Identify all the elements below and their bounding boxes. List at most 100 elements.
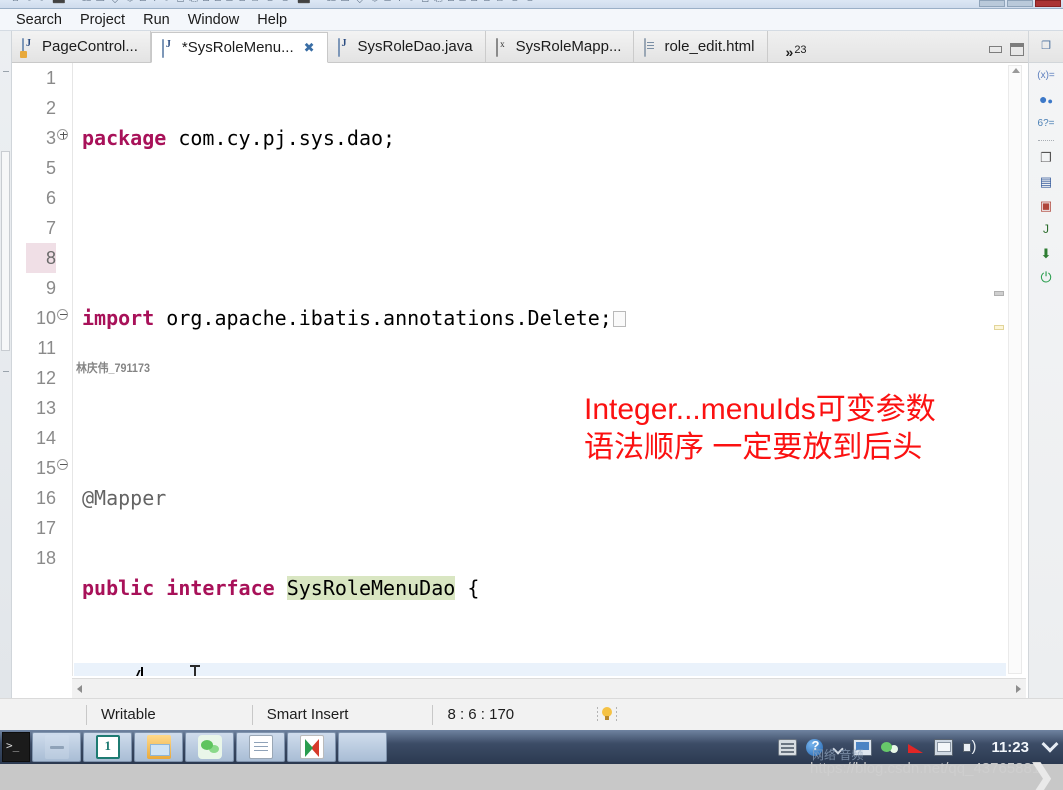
red-annotation-overlay: Integer...menuIds可变参数 语法顺序 一定要放到后头 bbox=[584, 391, 936, 467]
menu-project[interactable]: Project bbox=[72, 11, 133, 29]
code-line-2[interactable] bbox=[74, 213, 1006, 243]
scroll-left-arrow-icon[interactable] bbox=[77, 685, 82, 693]
taskbar-item-pdf[interactable] bbox=[287, 732, 336, 762]
mouse-ibeam-cursor bbox=[190, 665, 200, 676]
window-close-button[interactable] bbox=[1035, 0, 1061, 7]
right-strip-icon-list: (x)= ●● 6?= ❐ ▤ ▣ J ⬇ ⏻ bbox=[1029, 63, 1063, 286]
code-editor[interactable]: 1 2 3 5 6 7 8 9 10 11 12 13 14 15 16 17 … bbox=[12, 63, 1028, 698]
servers-icon[interactable]: ▣ bbox=[1037, 197, 1055, 214]
code-line-8-current[interactable]: / bbox=[74, 663, 1006, 676]
console-icon[interactable]: ▤ bbox=[1037, 173, 1055, 190]
window-restore-button[interactable] bbox=[1007, 0, 1033, 7]
folded-region-icon[interactable] bbox=[612, 311, 626, 327]
tab-sysroledao[interactable]: SysRoleDao.java bbox=[327, 31, 486, 62]
scroll-right-arrow-icon[interactable] bbox=[1016, 685, 1021, 693]
menu-search[interactable]: Search bbox=[8, 11, 70, 29]
left-minimized-view[interactable] bbox=[1, 151, 10, 351]
overview-ruler-warning-mark[interactable] bbox=[994, 325, 1004, 330]
line-number: 17 bbox=[35, 518, 56, 538]
maximize-icon bbox=[1010, 42, 1024, 56]
clipped-toolbar-ghost-text: ⌂ ⟲ ⟳ ⬛ ⌗ ⎇ ▣ ⟐ ⌬ ⌸ ⟡ ⌾ ⎗ ⎘ ⌺ ⌻ ⌼ ⎔ ⌂ ⟲ … bbox=[12, 0, 538, 5]
tab-overflow-button[interactable]: » 23 bbox=[768, 40, 817, 62]
taskbar-item-ide[interactable] bbox=[338, 732, 387, 790]
divider bbox=[1038, 140, 1054, 141]
java-file-icon bbox=[337, 38, 352, 57]
line-number: 2 bbox=[45, 98, 56, 118]
editor-vertical-scrollbar[interactable] bbox=[1008, 65, 1022, 674]
minimize-icon bbox=[988, 45, 1002, 53]
network-icon[interactable] bbox=[934, 738, 954, 756]
taskbar-item-notepad[interactable] bbox=[236, 732, 285, 762]
editor-minimize-button[interactable] bbox=[984, 36, 1006, 62]
keyword-import: import bbox=[82, 306, 155, 330]
menu-run[interactable]: Run bbox=[135, 11, 178, 29]
variables-icon[interactable]: (x)= bbox=[1037, 67, 1055, 84]
code-line-1[interactable]: package com.cy.pj.sys.dao; bbox=[74, 123, 1006, 153]
line-number-gutter[interactable]: 1 2 3 5 6 7 8 9 10 11 12 13 14 15 16 17 … bbox=[12, 63, 72, 676]
code-line-7[interactable]: public interface SysRoleMenuDao { bbox=[74, 573, 1006, 603]
chevron-double-right-icon: » bbox=[785, 44, 794, 60]
author-watermark: 林庆伟_791173 bbox=[76, 361, 150, 375]
notepad-icon bbox=[248, 735, 273, 759]
editor-tab-bar: PageControl... *SysRoleMenu... ✖ SysRole… bbox=[12, 31, 1028, 63]
quick-fix-bulb-icon[interactable] bbox=[599, 706, 615, 724]
code-line-3[interactable]: import org.apache.ibatis.annotations.Del… bbox=[74, 303, 1006, 333]
window-minimize-button[interactable] bbox=[979, 0, 1005, 7]
red-annotation-line-1: Integer...menuIds可变参数 bbox=[584, 393, 936, 426]
menu-bar: Search Project Run Window Help bbox=[0, 9, 1063, 31]
code-text-area[interactable]: package com.cy.pj.sys.dao; import org.ap… bbox=[74, 63, 1006, 676]
breakpoints-icon[interactable]: ●● bbox=[1037, 91, 1055, 108]
line-number: 14 bbox=[35, 428, 56, 448]
fold-collapse-icon[interactable] bbox=[57, 459, 70, 472]
expressions-icon[interactable]: 6?= bbox=[1037, 115, 1055, 132]
fold-collapse-icon[interactable] bbox=[57, 309, 70, 322]
tab-pagecontrol[interactable]: PageControl... bbox=[12, 31, 151, 62]
tab-role-edit-html[interactable]: role_edit.html bbox=[634, 31, 768, 62]
volume-icon[interactable] bbox=[962, 738, 980, 755]
clock[interactable]: 11:23 bbox=[989, 739, 1031, 756]
tab-sysrolemapper-label: SysRoleMapp... bbox=[515, 38, 622, 55]
fold-expand-icon[interactable] bbox=[57, 129, 70, 142]
javadoc-icon[interactable]: J bbox=[1037, 221, 1055, 238]
line-number: 6 bbox=[45, 188, 56, 208]
taskbar-item-blank[interactable] bbox=[32, 732, 81, 762]
pdf-tray-icon[interactable] bbox=[907, 740, 925, 755]
status-cursor-position: 8 : 6 : 170 bbox=[433, 704, 528, 726]
scroll-up-arrow-icon[interactable] bbox=[1012, 68, 1020, 73]
menu-run-label: Run bbox=[143, 11, 170, 28]
menu-help[interactable]: Help bbox=[249, 11, 295, 29]
taskbar-item-excel[interactable] bbox=[83, 732, 132, 762]
code-line-8-text: / bbox=[82, 666, 142, 676]
ime-keyboard-icon[interactable] bbox=[778, 738, 798, 756]
keyword-package: package bbox=[82, 126, 167, 150]
status-insert-mode[interactable]: Smart Insert bbox=[253, 704, 363, 726]
editor-maximize-button[interactable] bbox=[1006, 36, 1028, 62]
taskbar-item-folder[interactable] bbox=[134, 732, 183, 762]
editor-horizontal-scrollbar[interactable] bbox=[72, 678, 1026, 698]
tab-sysrolemenudao-label: *SysRoleMenu... bbox=[181, 39, 294, 56]
wechat-tray-icon[interactable] bbox=[881, 740, 899, 755]
ide-window: PageControl... *SysRoleMenu... ✖ SysRole… bbox=[0, 31, 1063, 698]
restore-view-icon[interactable]: ❐ bbox=[1037, 149, 1055, 166]
text-caret bbox=[141, 667, 144, 676]
start-button[interactable] bbox=[2, 732, 30, 762]
line-number: 5 bbox=[45, 158, 56, 178]
tab-sysrolemenudao[interactable]: *SysRoleMenu... ✖ bbox=[150, 32, 328, 63]
menu-window[interactable]: Window bbox=[180, 11, 248, 29]
taskbar-item-wechat[interactable] bbox=[185, 732, 234, 762]
close-icon[interactable]: ✖ bbox=[304, 40, 315, 56]
folder-explorer-icon bbox=[146, 735, 171, 759]
tab-sysroledao-label: SysRoleDao.java bbox=[357, 38, 473, 55]
import-icon[interactable]: ⬇ bbox=[1037, 245, 1055, 262]
overview-ruler-mark[interactable] bbox=[994, 291, 1004, 296]
menu-project-label: Project bbox=[79, 11, 126, 28]
restore-view-button[interactable]: ❐ bbox=[1029, 31, 1063, 63]
xml-file-icon bbox=[495, 38, 510, 57]
line-number: 13 bbox=[35, 398, 56, 418]
terminate-icon[interactable]: ⏻ bbox=[1037, 269, 1055, 286]
tab-sysrolemapper[interactable]: SysRoleMapp... bbox=[485, 31, 635, 62]
tab-role-edit-html-label: role_edit.html bbox=[664, 38, 755, 55]
window-controls[interactable] bbox=[979, 0, 1061, 7]
code-line-6[interactable]: @Mapper bbox=[74, 483, 1006, 513]
tab-overflow-count: 23 bbox=[794, 44, 807, 56]
